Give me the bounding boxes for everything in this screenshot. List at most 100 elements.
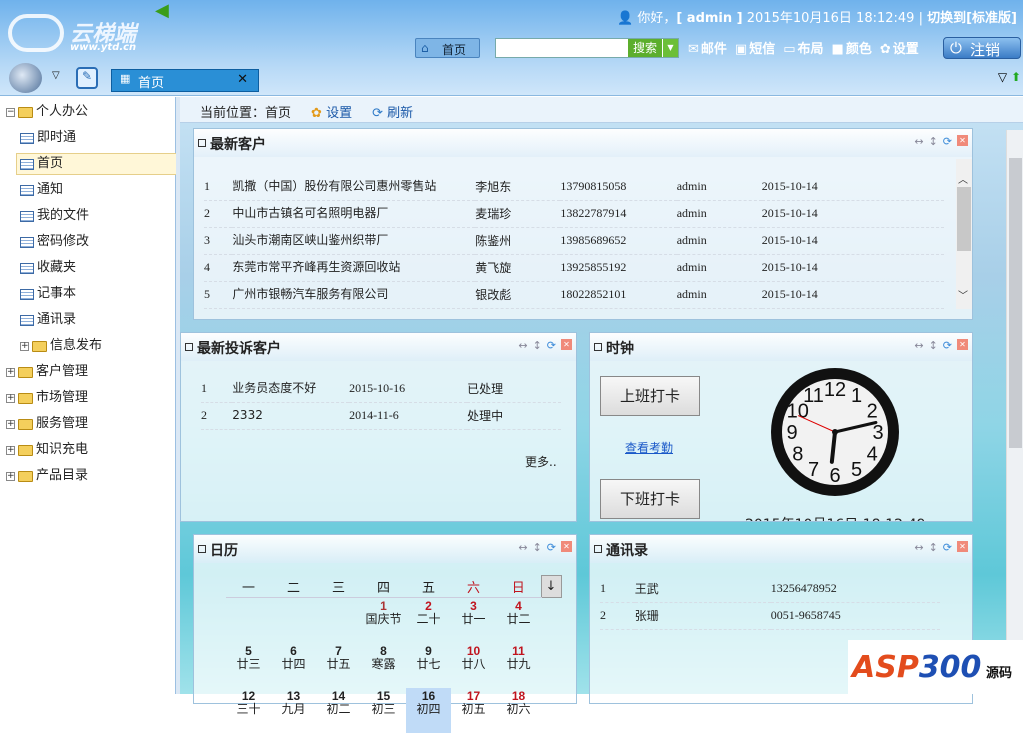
- table-row[interactable]: 1 凯撒（中国）股份有限公司惠州零售站 李旭东 13790815058 admin 201…: [204, 173, 944, 201]
- search-dropdown[interactable]: ▼: [663, 39, 678, 57]
- sidebar-item[interactable]: 收藏夹: [20, 257, 76, 279]
- close-tab-icon[interactable]: ✕: [237, 72, 248, 87]
- customers-scrollbar[interactable]: ︿ ﹀: [956, 159, 972, 309]
- resize-v-icon[interactable]: ↕: [929, 135, 938, 148]
- sidebar-item[interactable]: 通知: [20, 179, 63, 201]
- calendar-day[interactable]: 3 廿一: [451, 598, 496, 643]
- resize-h-icon[interactable]: ↔: [914, 541, 923, 554]
- calendar-day[interactable]: 5 廿三: [226, 643, 271, 688]
- calendar-day[interactable]: 8 寒露: [361, 643, 406, 688]
- sidebar-item[interactable]: − 个人办公: [6, 101, 88, 123]
- resize-v-icon[interactable]: ↕: [929, 339, 938, 352]
- resize-h-icon[interactable]: ↔: [914, 339, 923, 352]
- collapse-icon[interactable]: [198, 545, 206, 553]
- expand-icon[interactable]: +: [6, 445, 15, 455]
- table-row[interactable]: 3 汕头市潮南区峡山鉴州织带厂 陈鉴州 13985689652 admin 2015-10…: [204, 227, 944, 255]
- refresh-icon[interactable]: ⟳: [943, 135, 952, 148]
- logout-button[interactable]: ⏻ 注销: [943, 37, 1021, 59]
- collapse-icon[interactable]: [185, 343, 193, 351]
- tool-mail[interactable]: ✉ 邮件: [688, 38, 727, 57]
- calendar-day[interactable]: 17 初五: [451, 688, 496, 733]
- sidebar-item[interactable]: 通讯录: [20, 309, 76, 331]
- sidebar-item[interactable]: + 市场管理: [6, 387, 88, 409]
- switch-version-link[interactable]: 切换到[标准版]: [927, 11, 1017, 26]
- expand-icon[interactable]: +: [6, 419, 15, 429]
- calendar-day[interactable]: 18 初六: [496, 688, 541, 733]
- calendar-day[interactable]: 7 廿五: [316, 643, 361, 688]
- tool-gear[interactable]: ✿ 设置: [880, 38, 919, 57]
- calendar-day[interactable]: 2 二十: [406, 598, 451, 643]
- calendar-day[interactable]: 4 廿二: [496, 598, 541, 643]
- menu-dropdown-icon[interactable]: ▽: [52, 70, 60, 81]
- home-button[interactable]: ⌂ 首页: [415, 38, 480, 58]
- more-link[interactable]: 更多..: [525, 453, 557, 470]
- sidebar-item[interactable]: 首页: [16, 153, 182, 175]
- calendar-day[interactable]: 14 初二: [316, 688, 361, 733]
- sidebar-item[interactable]: + 服务管理: [6, 413, 88, 435]
- table-row[interactable]: 2 张珊 0051-9658745: [600, 602, 940, 630]
- sidebar-item[interactable]: + 产品目录: [6, 465, 88, 487]
- collapse-icon[interactable]: [594, 545, 602, 553]
- table-row[interactable]: 5 广州市银畅汽车服务有限公司 银改彪 18022852101 admin 2015-10…: [204, 281, 944, 309]
- calendar-day[interactable]: 13 九月: [271, 688, 316, 733]
- checkout-button[interactable]: 下班打卡: [600, 479, 700, 519]
- sidebar-item[interactable]: + 客户管理: [6, 361, 88, 383]
- expand-icon[interactable]: +: [6, 367, 15, 377]
- calendar-day[interactable]: 15 初三: [361, 688, 406, 733]
- tool-sms[interactable]: ▣ 短信: [735, 38, 775, 57]
- collapse-icon[interactable]: [594, 343, 602, 351]
- edit-icon[interactable]: ✎: [76, 67, 98, 89]
- resize-v-icon[interactable]: ↕: [533, 339, 542, 352]
- resize-v-icon[interactable]: ↕: [533, 541, 542, 554]
- calendar-day[interactable]: 1 国庆节: [361, 598, 406, 643]
- page-scrollbar[interactable]: [1006, 130, 1023, 694]
- sidebar-item[interactable]: 我的文件: [20, 205, 89, 227]
- refresh-icon[interactable]: ⟳: [943, 339, 952, 352]
- sidebar-item[interactable]: + 信息发布: [20, 335, 102, 357]
- table-row[interactable]: 2 中山市古镇名可名照明电器厂 麦瑞珍 13822787914 admin 2015-10…: [204, 200, 944, 228]
- calendar-day[interactable]: 9 廿七: [406, 643, 451, 688]
- settings-link[interactable]: ✿ 设置: [311, 106, 352, 121]
- view-attendance-link[interactable]: 查看考勤: [625, 439, 673, 456]
- sidebar-item[interactable]: 即时通: [20, 127, 76, 149]
- expand-icon[interactable]: +: [6, 471, 15, 481]
- calendar-day[interactable]: 6 廿四: [271, 643, 316, 688]
- close-icon[interactable]: ✕: [561, 541, 572, 552]
- refresh-icon[interactable]: ⟳: [547, 339, 556, 352]
- expand-icon[interactable]: +: [6, 393, 15, 403]
- calendar-day[interactable]: 16 初四: [406, 687, 451, 733]
- calendar-toggle-button[interactable]: ↓: [540, 575, 562, 598]
- checkin-button[interactable]: 上班打卡: [600, 376, 700, 416]
- sidebar-item[interactable]: + 知识充电: [6, 439, 88, 461]
- table-row[interactable]: 1 业务员态度不好 2015-10-16 已处理: [201, 375, 561, 403]
- search-input[interactable]: [496, 39, 630, 57]
- close-icon[interactable]: ✕: [957, 541, 968, 552]
- start-orb-icon[interactable]: [9, 63, 42, 93]
- sidebar-item[interactable]: 记事本: [20, 283, 76, 305]
- resize-h-icon[interactable]: ↔: [914, 135, 923, 148]
- tool-layout[interactable]: ▭ 布局: [783, 38, 823, 57]
- close-icon[interactable]: ✕: [561, 339, 572, 350]
- refresh-link[interactable]: ⟳ 刷新: [372, 106, 413, 121]
- collapse-header-icon[interactable]: ▽ ⬆: [998, 70, 1021, 84]
- collapse-icon[interactable]: [198, 139, 206, 147]
- close-icon[interactable]: ✕: [957, 135, 968, 146]
- refresh-icon[interactable]: ⟳: [943, 541, 952, 554]
- collapse-icon[interactable]: −: [6, 107, 15, 117]
- table-row[interactable]: 2 2332 2014-11-6 处理中: [201, 402, 561, 430]
- table-row[interactable]: 1 王武 13256478952: [600, 575, 940, 603]
- search-button[interactable]: 搜索: [628, 39, 662, 57]
- resize-h-icon[interactable]: ↔: [518, 541, 527, 554]
- refresh-icon[interactable]: ⟳: [547, 541, 556, 554]
- tab-home[interactable]: ▦ 首页 ✕: [111, 69, 259, 92]
- calendar-day[interactable]: 10 廿八: [451, 643, 496, 688]
- resize-h-icon[interactable]: ↔: [518, 339, 527, 352]
- close-icon[interactable]: ✕: [957, 339, 968, 350]
- sidebar-item[interactable]: 密码修改: [20, 231, 89, 253]
- calendar-day[interactable]: 11 廿九: [496, 643, 541, 688]
- expand-icon[interactable]: +: [20, 341, 29, 351]
- resize-v-icon[interactable]: ↕: [929, 541, 938, 554]
- calendar-day[interactable]: 12 三十: [226, 688, 271, 733]
- tool-color[interactable]: ■ 颜色: [832, 38, 872, 57]
- table-row[interactable]: 4 东莞市常平齐峰再生资源回收站 黄飞旋 13925855192 admin 2015-1…: [204, 254, 944, 282]
